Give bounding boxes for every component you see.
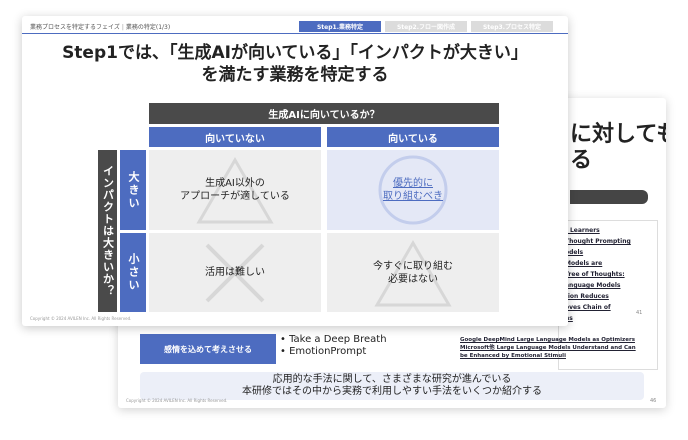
reference-link[interactable]: odels <box>565 249 653 256</box>
matrix-column-header-suitable: 向いている <box>327 127 499 147</box>
method-name: EmotionPrompt <box>280 346 440 358</box>
back-slide-inner-page-number: 41 <box>636 310 643 316</box>
reference-link[interactable]: Microsoft他 Large Language Models Underst… <box>460 344 656 352</box>
matrix-cell-text: 生成AI以外の アプローチが適している <box>180 178 290 202</box>
method-names: Take a Deep Breath EmotionPrompt <box>280 334 440 358</box>
reference-link[interactable]: be Enhanced by Emotional Stimuli <box>460 352 656 360</box>
matrix-cell-text: 優先的に 取り組むべき <box>383 178 443 202</box>
reference-link[interactable]: t Learners <box>565 227 653 234</box>
matrix-row-header-large: 大きい <box>120 150 146 230</box>
reference-link[interactable]: Google DeepMind Large Language Models as… <box>460 336 656 344</box>
matrix-cell: 生成AI以外の アプローチが適している <box>149 150 321 230</box>
back-slide-title: に対しても、 る <box>570 122 666 173</box>
back-slide-section-bar <box>570 190 648 204</box>
main-slide: 業務プロセスを特定するフェイズ | 業務の特定(1/3) Step1.業務特定 St… <box>22 16 568 326</box>
back-slide-page-number: 46 <box>650 398 657 404</box>
summary-line: 本研修ではその中から実務で利用しやすい手法をいくつか紹介する <box>242 386 542 397</box>
matrix-cell-text: 今すぐに取り組む 必要はない <box>373 260 453 285</box>
matrix-cell-priority: 優先的に 取り組むべき <box>327 150 499 230</box>
matrix-top-header: 生成AIに向いているか？ <box>149 103 499 124</box>
matrix-row-header-small: 小さい <box>120 233 146 312</box>
matrix-cell-text: 活用は難しい <box>205 267 265 278</box>
matrix-left-header: インパクトは大きいか？ <box>98 150 117 312</box>
method-row: 感情を込めて考えさせる Take a Deep Breath EmotionPr… <box>140 334 644 368</box>
method-label: 感情を込めて考えさせる <box>140 334 276 364</box>
reference-link[interactable]: Tree of Thoughts: <box>565 271 653 278</box>
summary-line: 応用的な手法に関して、さまざまな研究が進んでいる <box>272 374 512 385</box>
reference-link[interactable]: Models are <box>565 260 653 267</box>
main-slide-copyright: Copyright © 2024 AVILEN Inc. All Rights … <box>30 316 132 321</box>
summary-box: 応用的な手法に関して、さまざまな研究が進んでいる 本研修ではその中から実務で利用… <box>140 372 644 400</box>
decision-matrix: 生成AIに向いているか？ 向いていない 向いている インパクトは大きいか？ 大き… <box>22 16 568 326</box>
reference-link[interactable]: ns <box>565 315 653 322</box>
reference-link[interactable]: Thought Prompting <box>565 238 653 245</box>
reference-link[interactable]: tion Reduces <box>565 293 653 300</box>
matrix-cell: 活用は難しい <box>149 233 321 312</box>
back-slide-copyright: Copyright © 2024 AVILEN Inc. All Rights … <box>126 398 228 403</box>
matrix-column-header-not-suitable: 向いていない <box>149 127 321 147</box>
reference-link[interactable]: anguage Models <box>565 282 653 289</box>
method-name: Take a Deep Breath <box>280 334 440 346</box>
method-references: Google DeepMind Large Language Models as… <box>460 336 656 360</box>
matrix-cell: 今すぐに取り組む 必要はない <box>327 233 499 312</box>
